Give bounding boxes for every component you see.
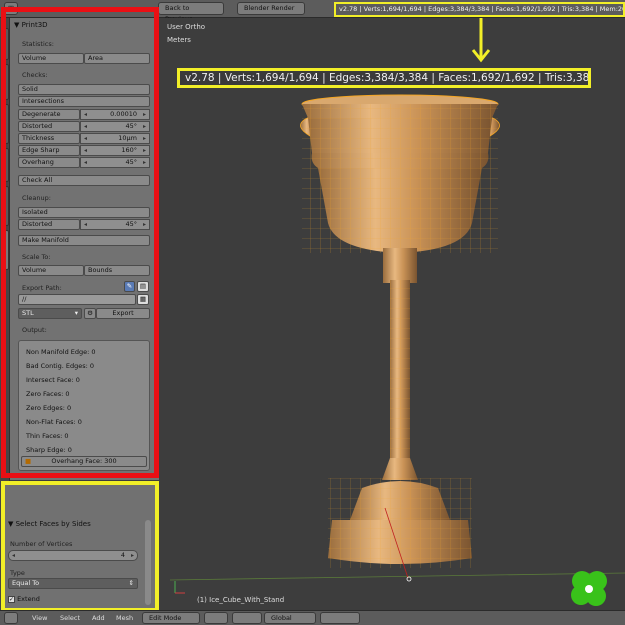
base: [328, 478, 472, 582]
layer-buttons[interactable]: [320, 612, 360, 624]
clover-logo-icon: [571, 571, 607, 606]
editor-type-3d-icon[interactable]: [4, 612, 18, 624]
back-to-previous-button[interactable]: Back to Previous: [158, 2, 224, 23]
menu-view[interactable]: View: [32, 614, 47, 622]
ground-x-axis: [169, 572, 625, 581]
bottom-header-bar: View Select Add Mesh Edit Mode Global: [0, 610, 625, 625]
stats-readout-highlighted: v2.78 | Verts:1,694/1,694 | Edges:3,384/…: [334, 2, 625, 17]
mode-dropdown[interactable]: Edit Mode: [142, 612, 200, 624]
menu-mesh[interactable]: Mesh: [116, 614, 133, 622]
mode-label: Edit Mode: [149, 614, 182, 622]
transform-orientation-dropdown[interactable]: Global: [264, 612, 316, 624]
operator-highlight-frame: [1, 481, 159, 612]
stats-callout-enlarged: v2.78 | Verts:1,694/1,694 | Edges:3,384/…: [177, 68, 591, 88]
axis-gizmo: [174, 581, 185, 594]
shading-mode-icon[interactable]: [204, 612, 228, 624]
stem: [382, 248, 418, 480]
down-arrow-icon: [471, 18, 491, 63]
print3d-highlight-frame: [1, 7, 159, 478]
menu-select[interactable]: Select: [60, 614, 80, 622]
orientation-label: Global: [271, 614, 292, 622]
render-engine-dropdown[interactable]: Blender Render: [237, 2, 305, 15]
pivot-point-icon[interactable]: [232, 612, 262, 624]
ice-cube-stand-mesh[interactable]: [160, 18, 625, 610]
bucket: [301, 94, 499, 253]
render-engine-label: Blender Render: [244, 4, 295, 12]
menu-add[interactable]: Add: [92, 614, 105, 622]
